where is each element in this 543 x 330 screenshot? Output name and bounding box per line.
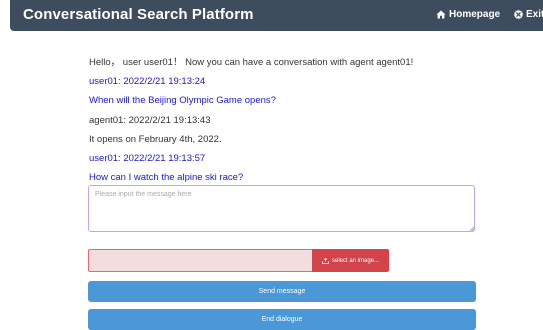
message-text-user: How can I watch the alpine ski race?: [89, 172, 244, 184]
select-image-button[interactable]: select an image...: [312, 249, 389, 272]
chat-history: Hello， user user01！ Now you can have a c…: [89, 57, 489, 191]
homepage-link[interactable]: Homepage: [436, 9, 500, 20]
app-page: Conversational Search Platform Homepage …: [0, 0, 543, 330]
image-upload: select an image...: [88, 249, 389, 272]
exit-link-label: Exit: [526, 9, 543, 20]
message-text-user: When will the Beijing Olympic Game opens…: [89, 95, 276, 107]
end-dialogue-button[interactable]: End dialogue: [88, 309, 476, 330]
message-header-user: user01: 2022/2/21 19:13:24: [89, 76, 206, 88]
greeting-text: Hello， user user01！ Now you can have a c…: [89, 57, 414, 68]
exit-link[interactable]: Exit: [514, 9, 543, 20]
select-image-label: select an image...: [331, 257, 380, 264]
navbar: Conversational Search Platform Homepage …: [10, 0, 543, 31]
message-header-user: user01: 2022/2/21 19:13:57: [89, 152, 206, 164]
image-file-field[interactable]: [88, 249, 312, 272]
message-input[interactable]: [88, 185, 475, 232]
home-icon: [436, 10, 446, 19]
close-circle-icon: [514, 10, 523, 19]
message-header-agent: agent01: 2022/2/21 19:13:43: [89, 114, 211, 126]
message-text-agent: It opens on February 4th, 2022.: [89, 133, 222, 145]
brand-title: Conversational Search Platform: [23, 6, 254, 23]
send-message-button[interactable]: Send message: [88, 281, 476, 302]
upload-icon: [322, 257, 329, 264]
homepage-link-label: Homepage: [449, 9, 501, 20]
